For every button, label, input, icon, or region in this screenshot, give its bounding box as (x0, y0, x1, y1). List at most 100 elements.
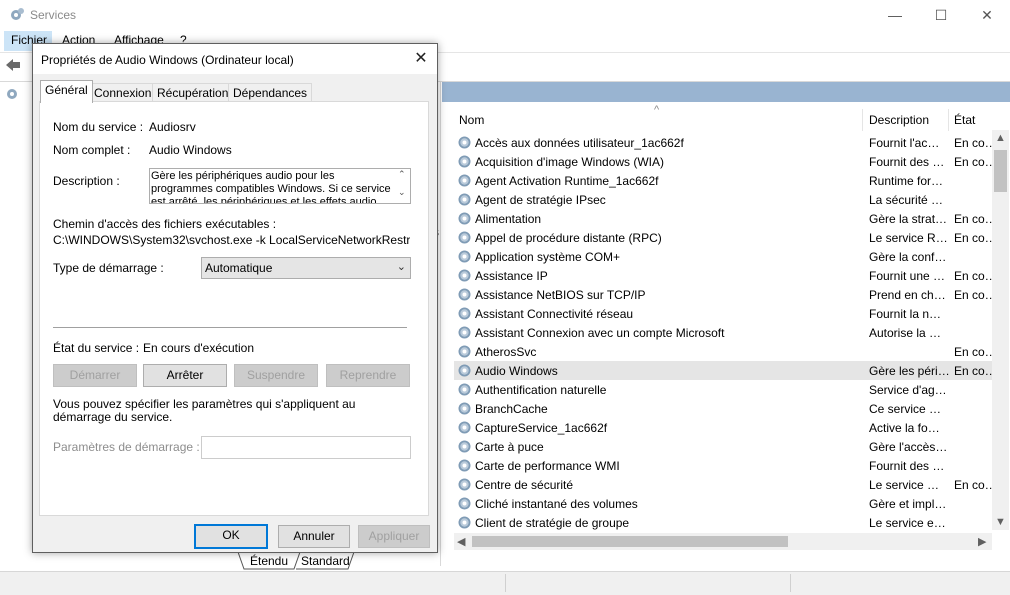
status-divider (790, 574, 791, 592)
table-row[interactable]: Accès aux données utilisateur_1ac662f Fou… (454, 133, 997, 152)
tab-connexion[interactable]: Connexion (89, 83, 157, 102)
column-header-description[interactable]: Description (869, 113, 929, 127)
maximize-button[interactable]: ☐ (918, 0, 964, 30)
service-description: Le service e… (869, 516, 946, 530)
service-name: Carte à puce (475, 440, 544, 454)
horizontal-scroll-thumb[interactable] (472, 536, 788, 547)
table-row[interactable]: Agent Activation Runtime_1ac662f Runtime … (454, 171, 994, 190)
table-row[interactable]: Appel de procédure distante (RPC) Le serv… (454, 228, 997, 247)
service-gear-icon (458, 345, 471, 358)
service-description: Fournit des … (869, 155, 945, 169)
table-row[interactable]: Centre de sécurité Le service … En co… (454, 475, 997, 494)
pause-button[interactable]: Suspendre (234, 364, 318, 387)
dialog-close-button[interactable]: ✕ (409, 48, 433, 70)
service-name: Centre de sécurité (475, 478, 574, 492)
gears-icon (11, 8, 24, 20)
column-header-name[interactable]: Nom (459, 113, 484, 127)
table-row[interactable]: Alimentation Gère la strat… En co… (454, 209, 997, 228)
service-status-value: En cours d'exécution (143, 341, 255, 355)
scroll-down-icon[interactable]: ⌄ (398, 187, 406, 198)
tab-etendu[interactable]: Étendu (250, 554, 288, 568)
service-description: Gère et impl… (869, 497, 947, 511)
separator (53, 327, 407, 328)
table-row[interactable]: Application système COM+ Gère la conf… (454, 247, 994, 266)
tab-general[interactable]: Général (40, 80, 93, 103)
service-name: Carte de performance WMI (475, 459, 620, 473)
start-params-input[interactable] (201, 436, 411, 459)
table-row[interactable]: Assistance NetBIOS sur TCP/IP Prend en ch… (454, 285, 997, 304)
service-description: Fournit l'ac… (869, 136, 940, 150)
stop-button[interactable]: Arrêter (143, 364, 227, 387)
window-title: Services (30, 8, 77, 22)
start-button[interactable]: Démarrer (53, 364, 137, 387)
scroll-up-icon[interactable]: ⌃ (398, 169, 406, 180)
service-name: Acquisition d'image Windows (WIA) (475, 155, 665, 169)
startup-type-label: Type de démarrage : (53, 261, 164, 275)
back-arrow-icon[interactable] (4, 57, 22, 73)
description-scrollbar[interactable]: ⌃ ⌄ (395, 169, 410, 203)
service-description: Gère la conf… (869, 250, 947, 264)
startup-type-dropdown[interactable]: Automatique ⌄ (201, 257, 411, 279)
table-row[interactable]: Carte à puce Gère l'accès… (454, 437, 994, 456)
apply-button[interactable]: Appliquer (358, 525, 430, 548)
service-gear-icon (458, 288, 471, 301)
service-name: Agent Activation Runtime_1ac662f (475, 174, 659, 188)
service-description: Active la fo… (869, 421, 940, 435)
resume-button[interactable]: Reprendre (326, 364, 410, 387)
scroll-right-icon[interactable]: ▶ (978, 535, 986, 548)
service-description: Gère la strat… (869, 212, 948, 226)
table-row[interactable]: Carte de performance WMI Fournit des … (454, 456, 994, 475)
service-gear-icon (458, 478, 471, 491)
description-textbox[interactable]: Gère les périphériques audio pour les pr… (149, 168, 411, 204)
service-name: Audio Windows (475, 364, 558, 378)
tab-dependances[interactable]: Dépendances (228, 83, 313, 102)
table-row[interactable]: BranchCache Ce service … (454, 399, 994, 418)
service-description: Gère l'accès… (869, 440, 948, 454)
service-description: Fournit des … (869, 459, 945, 473)
sort-indicator-icon: ^ (654, 104, 660, 116)
service-state: En co… (954, 269, 997, 283)
service-name-label: Nom du service : (53, 120, 144, 134)
column-header-state[interactable]: État (954, 113, 975, 127)
vertical-scroll-thumb[interactable] (994, 150, 1007, 192)
cancel-button[interactable]: Annuler (278, 525, 350, 548)
scroll-left-icon[interactable]: ◀ (457, 535, 465, 548)
service-name: CaptureService_1ac662f (475, 421, 608, 435)
service-gear-icon (458, 421, 471, 434)
table-row[interactable]: Audio Windows Gère les péri… En co… (454, 361, 997, 380)
table-row[interactable]: Client de stratégie de groupe Le service … (454, 513, 994, 532)
scroll-down-icon[interactable]: ▼ (995, 516, 1006, 528)
close-button[interactable]: ✕ (964, 0, 1010, 30)
column-divider[interactable] (948, 109, 949, 131)
params-note: Vous pouvez spécifier les paramètres qui… (53, 397, 356, 424)
tab-standard[interactable]: Standard (301, 554, 350, 568)
column-divider[interactable] (862, 109, 863, 131)
table-row[interactable]: AtherosSvc En co… (454, 342, 997, 361)
table-row[interactable]: Cliché instantané des volumes Gère et imp… (454, 494, 994, 513)
service-state: En co… (954, 345, 997, 359)
scroll-up-icon[interactable]: ▲ (995, 132, 1006, 144)
service-gear-icon (458, 516, 471, 529)
service-name: Assistance IP (475, 269, 548, 283)
table-row[interactable]: Acquisition d'image Windows (WIA) Fournit… (454, 152, 997, 171)
table-row[interactable]: Authentification naturelle Service d'ag… (454, 380, 994, 399)
service-description: Runtime for… (869, 174, 944, 188)
service-name: BranchCache (475, 402, 548, 416)
tab-recuperation[interactable]: Récupération (152, 83, 234, 102)
table-row[interactable]: Assistant Connectivité réseau Fournit la … (454, 304, 994, 323)
table-row[interactable]: Assistance IP Fournit une … En co… (454, 266, 997, 285)
path-value: C:\WINDOWS\System32\svchost.exe -k Local… (53, 233, 410, 247)
gears-icon[interactable] (4, 86, 20, 102)
table-row[interactable]: CaptureService_1ac662f Active la fo… (454, 418, 994, 437)
service-name: Appel de procédure distante (RPC) (475, 231, 662, 245)
minimize-button[interactable]: — (872, 0, 918, 30)
service-name: Agent de stratégie IPsec (475, 193, 606, 207)
ok-button[interactable]: OK (194, 524, 268, 549)
table-row[interactable]: Agent de stratégie IPsec La sécurité … (454, 190, 994, 209)
window-titlebar (0, 0, 1010, 30)
service-name: Alimentation (475, 212, 542, 226)
service-state: En co… (954, 364, 997, 378)
table-row[interactable]: Assistant Connexion avec un compte Micro… (454, 323, 994, 342)
description-label: Description : (53, 174, 120, 188)
properties-dialog: Propriétés de Audio Windows (Ordinateur … (32, 43, 438, 553)
